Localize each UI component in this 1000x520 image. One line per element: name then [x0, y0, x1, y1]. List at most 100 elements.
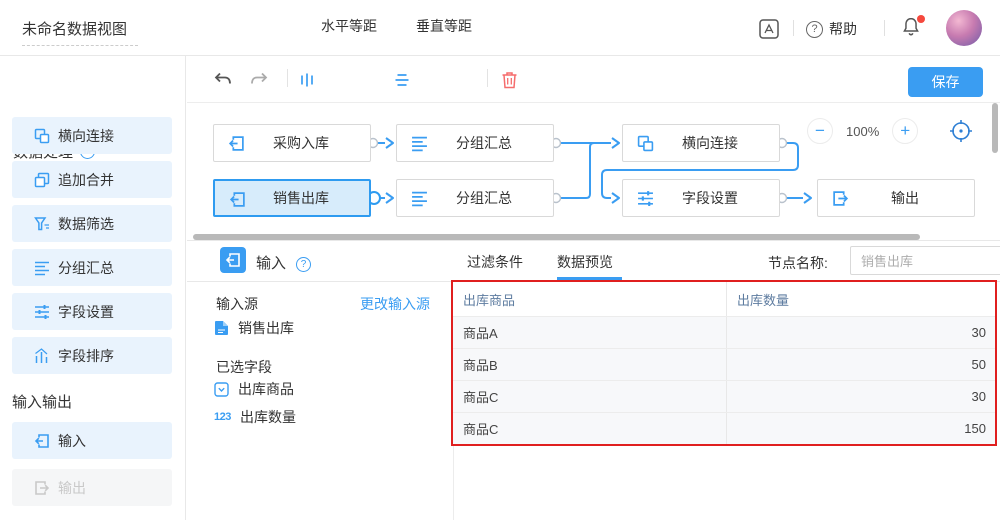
node-label: 输出 [891, 188, 919, 208]
table-row: 商品A 30 [453, 316, 996, 348]
table-header-cell[interactable]: 出库商品 [453, 282, 727, 316]
sidebar-item-join[interactable]: 横向连接 [12, 117, 172, 154]
output-icon [832, 190, 849, 207]
node-label: 分组汇总 [456, 188, 512, 208]
node-label: 字段设置 [682, 188, 738, 208]
data-view-app: 未命名数据视图 ? 帮助 数据处理 ? [0, 0, 1000, 520]
sidebar-item-field-sort[interactable]: 字段排序 [12, 337, 172, 374]
input-icon [229, 191, 246, 208]
node-label: 横向连接 [682, 133, 738, 153]
table-cell: 30 [727, 381, 996, 412]
table-cell: 商品A [453, 317, 727, 348]
table-cell: 商品C [453, 381, 727, 412]
tab-data-preview[interactable]: 数据预览 [557, 252, 613, 272]
flow-node-group-summary-1[interactable]: 分组汇总 [396, 124, 554, 162]
flow-node-purchase-inbound[interactable]: 采购入库 [213, 124, 371, 162]
page-title[interactable]: 未命名数据视图 [22, 18, 138, 46]
flow-node-group-summary-2[interactable]: 分组汇总 [396, 179, 554, 217]
table-cell: 商品B [453, 349, 727, 380]
zoom-out-button[interactable]: − [807, 118, 833, 144]
table-cell: 50 [727, 349, 996, 380]
input-icon [228, 135, 245, 152]
sidebar-section-io: 输入输出 [12, 391, 72, 412]
tab-filter-conditions[interactable]: 过滤条件 [467, 252, 523, 272]
top-header: 未命名数据视图 ? 帮助 [0, 0, 1000, 56]
input-icon [34, 433, 50, 449]
group-summary-icon [411, 190, 428, 207]
output-icon [34, 480, 50, 496]
app-directory-icon[interactable] [757, 17, 781, 41]
locate-icon[interactable] [948, 118, 974, 144]
sidebar-item-group-summary[interactable]: 分组汇总 [12, 249, 172, 286]
field-settings-icon [34, 304, 50, 320]
vertical-spacing-label[interactable]: 垂直等距 [416, 16, 472, 36]
sidebar-item-label: 字段设置 [58, 302, 114, 322]
active-tab-underline [557, 277, 622, 280]
node-name-input[interactable] [850, 246, 1000, 275]
panel-help-icon[interactable]: ? [296, 254, 311, 272]
horizontal-spacing-label[interactable]: 水平等距 [321, 16, 377, 36]
help-icon: ? [806, 21, 823, 38]
field-item-number[interactable]: 123 出库数量 [214, 407, 296, 427]
join-icon [34, 128, 50, 144]
sidebar-item-label: 输出 [58, 478, 86, 498]
group-summary-icon [34, 260, 50, 276]
sidebar-item-label: 横向连接 [58, 126, 114, 146]
header-divider [884, 20, 885, 36]
table-header-cell[interactable]: 出库数量 [727, 282, 996, 316]
node-label: 销售出库 [273, 188, 329, 208]
panel-input-icon [220, 247, 246, 273]
zoom-controls: − 100% + [807, 118, 918, 144]
data-preview-table: 出库商品 出库数量 商品A 30 商品B 50 商品C 30 商品C 150 [453, 282, 996, 445]
number-field-type-icon: 123 [214, 411, 231, 423]
sidebar-item-output: 输出 [12, 469, 172, 506]
node-label: 分组汇总 [456, 133, 512, 153]
union-icon [34, 172, 50, 188]
notification-bell-icon[interactable] [900, 15, 926, 41]
table-cell: 30 [727, 317, 996, 348]
canvas-vertical-scrollbar[interactable] [992, 103, 998, 153]
sidebar-item-label: 分组汇总 [58, 258, 114, 278]
table-cell: 150 [727, 413, 996, 444]
group-summary-icon [411, 135, 428, 152]
zoom-in-button[interactable]: + [892, 118, 918, 144]
table-row: 商品B 50 [453, 348, 996, 380]
sidebar-item-union[interactable]: 追加合并 [12, 161, 172, 198]
user-avatar[interactable] [946, 10, 982, 46]
input-source-label: 输入源 [216, 294, 258, 314]
flow-node-sales-outbound[interactable]: 销售出库 [213, 179, 371, 217]
help-button[interactable]: ? 帮助 [806, 19, 857, 39]
sidebar-item-field-settings[interactable]: 字段设置 [12, 293, 172, 330]
table-row: 商品C 30 [453, 380, 996, 412]
document-icon [214, 320, 229, 336]
sidebar: 数据处理 ? 横向连接 追加合并 数据筛选 [0, 56, 186, 520]
node-name-label: 节点名称: [768, 253, 828, 273]
flow-node-join[interactable]: 横向连接 [622, 124, 780, 162]
selected-fields-label: 已选字段 [216, 357, 272, 377]
source-name: 销售出库 [238, 318, 294, 338]
header-divider [793, 20, 794, 36]
field-name: 出库商品 [238, 379, 294, 399]
join-icon [637, 135, 654, 152]
notification-badge [917, 15, 925, 23]
sidebar-item-filter[interactable]: 数据筛选 [12, 205, 172, 242]
help-label: 帮助 [829, 19, 857, 39]
table-row: 商品C 150 [453, 412, 996, 444]
field-item-text[interactable]: 出库商品 [214, 379, 294, 399]
flow-node-output[interactable]: 输出 [817, 179, 975, 217]
flow-node-field-settings[interactable]: 字段设置 [622, 179, 780, 217]
table-header-row: 出库商品 出库数量 [453, 282, 996, 316]
field-name: 出库数量 [240, 407, 296, 427]
field-sort-icon [34, 348, 50, 364]
sidebar-item-label: 数据筛选 [58, 214, 114, 234]
source-item[interactable]: 销售出库 [214, 318, 294, 338]
panel-title: 输入 [256, 252, 286, 273]
table-cell: 商品C [453, 413, 727, 444]
text-field-type-icon [214, 382, 229, 397]
filter-icon [34, 216, 50, 232]
sidebar-item-input[interactable]: 输入 [12, 422, 172, 459]
node-label: 采购入库 [273, 133, 329, 153]
change-source-link[interactable]: 更改输入源 [360, 294, 430, 314]
zoom-level: 100% [846, 124, 879, 139]
field-settings-icon [637, 190, 654, 207]
